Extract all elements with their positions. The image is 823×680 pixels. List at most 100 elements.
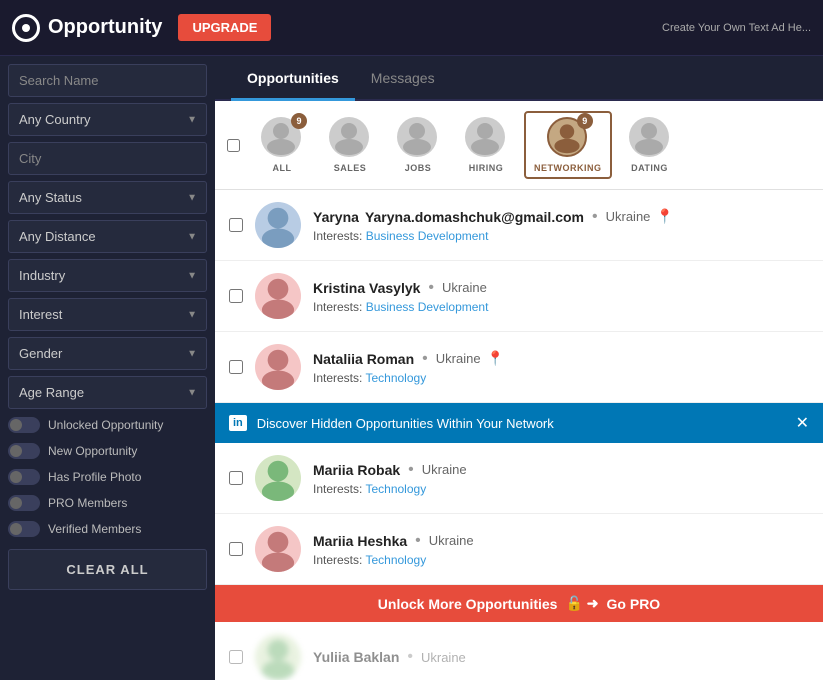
toggle-new-opp-switch[interactable] — [8, 443, 40, 459]
person-location: Ukraine — [429, 533, 474, 548]
industry-filter[interactable]: Industry — [8, 259, 207, 292]
cat-hiring-icon-wrap — [465, 117, 507, 159]
person-avatar[interactable] — [255, 202, 301, 248]
content-area: Opportunities Messages 9 ALL — [215, 56, 823, 680]
toggle-verified-label: Verified Members — [48, 522, 141, 536]
person-name-line: Yuliia Baklan • Ukraine — [313, 648, 809, 666]
country-filter[interactable]: Any Country — [8, 103, 207, 136]
person-checkbox[interactable] — [229, 542, 243, 556]
toggle-pro-switch[interactable] — [8, 495, 40, 511]
industry-filter-wrapper: Industry — [8, 259, 207, 292]
status-filter[interactable]: Any Status — [8, 181, 207, 214]
select-all-checkbox[interactable] — [227, 139, 240, 152]
unlock-banner[interactable]: Unlock More Opportunities 🔓 ➜ Go PRO — [215, 585, 823, 622]
header: Opportunity UPGRADE Create Your Own Text… — [0, 0, 823, 56]
person-name: Yaryna — [313, 209, 359, 225]
category-all[interactable]: 9 ALL — [252, 113, 312, 177]
person-checkbox[interactable] — [229, 650, 243, 664]
interests-value: Business Development — [366, 300, 489, 314]
location-icon: 📍 — [487, 350, 504, 367]
tab-messages[interactable]: Messages — [355, 56, 451, 101]
person-interests: Interests: Business Development — [313, 229, 809, 243]
category-dating[interactable]: DATING — [620, 113, 680, 177]
linkedin-banner-close[interactable]: ✕ — [796, 413, 809, 433]
person-avatar[interactable] — [255, 455, 301, 501]
person-checkbox[interactable] — [229, 360, 243, 374]
person-name: Mariia Heshka — [313, 533, 407, 549]
person-row: Mariia Heshka • Ukraine Interests: Techn… — [215, 514, 823, 585]
person-checkbox[interactable] — [229, 289, 243, 303]
toggle-profile-photo: Has Profile Photo — [8, 467, 207, 487]
toggle-profile-photo-switch[interactable] — [8, 469, 40, 485]
separator: • — [428, 279, 434, 297]
toggle-pro: PRO Members — [8, 493, 207, 513]
person-avatar[interactable] — [255, 344, 301, 390]
person-avatar[interactable] — [255, 526, 301, 572]
interests-value: Business Development — [366, 229, 489, 243]
person-checkbox[interactable] — [229, 471, 243, 485]
person-info: Yuliia Baklan • Ukraine — [313, 648, 809, 666]
person-interests: Interests: Technology — [313, 371, 809, 385]
person-row: Yuliia Baklan • Ukraine — [215, 622, 823, 680]
cat-networking-icon-wrap: 9 — [547, 117, 589, 159]
person-location: Ukraine — [606, 209, 651, 224]
cat-sales-icon — [329, 117, 369, 157]
interests-value: Technology — [365, 371, 426, 385]
person-name-line: Mariia Heshka • Ukraine — [313, 532, 809, 550]
person-interests: Interests: Business Development — [313, 300, 809, 314]
person-name: Mariia Robak — [313, 462, 400, 478]
search-input[interactable] — [8, 64, 207, 97]
toggle-profile-photo-label: Has Profile Photo — [48, 470, 141, 484]
toggle-verified-switch[interactable] — [8, 521, 40, 537]
person-info: Mariia Heshka • Ukraine Interests: Techn… — [313, 532, 809, 567]
person-checkbox[interactable] — [229, 218, 243, 232]
status-filter-wrapper: Any Status — [8, 181, 207, 214]
person-name-line: Kristina Vasylyk • Ukraine — [313, 279, 809, 297]
toggle-new-opp: New Opportunity — [8, 441, 207, 461]
person-avatar[interactable] — [255, 273, 301, 319]
location-icon: 📍 — [656, 208, 673, 225]
category-hiring[interactable]: HIRING — [456, 113, 516, 177]
person-avatar[interactable] — [255, 634, 301, 680]
city-input[interactable] — [8, 142, 207, 175]
age-filter[interactable]: Age Range — [8, 376, 207, 409]
gender-filter[interactable]: Gender — [8, 337, 207, 370]
unlock-text: Unlock More Opportunities — [378, 596, 558, 612]
person-info: Kristina Vasylyk • Ukraine Interests: Bu… — [313, 279, 809, 314]
category-sales[interactable]: SALES — [320, 113, 380, 177]
toggle-verified: Verified Members — [8, 519, 207, 539]
cat-jobs-label: JOBS — [405, 163, 432, 173]
toggle-unlocked-switch[interactable] — [8, 417, 40, 433]
person-info: Yaryna Yaryna.domashchuk@gmail.com • Ukr… — [313, 208, 809, 243]
distance-filter[interactable]: Any Distance — [8, 220, 207, 253]
person-interests: Interests: Technology — [313, 482, 809, 496]
toggle-pro-label: PRO Members — [48, 496, 127, 510]
separator: • — [592, 208, 598, 226]
avatar-silhouette-svg — [255, 202, 301, 248]
sidebar: Any Country Any Status Any Distance Indu… — [0, 56, 215, 680]
separator: • — [408, 461, 414, 479]
cat-hiring-svg — [465, 117, 505, 157]
clear-all-button[interactable]: CLEAR ALL — [8, 549, 207, 590]
tab-opportunities[interactable]: Opportunities — [231, 56, 355, 101]
category-networking[interactable]: 9 NETWORKING — [524, 111, 612, 179]
category-jobs[interactable]: JOBS — [388, 113, 448, 177]
toggle-unlocked: Unlocked Opportunity — [8, 415, 207, 435]
interest-filter[interactable]: Interest — [8, 298, 207, 331]
cat-dating-icon-wrap — [629, 117, 671, 159]
person-name: Yuliia Baklan — [313, 649, 399, 665]
upgrade-button[interactable]: UPGRADE — [178, 14, 271, 41]
cat-networking-badge: 9 — [577, 113, 593, 129]
person-name-line: Yaryna Yaryna.domashchuk@gmail.com • Ukr… — [313, 208, 809, 226]
person-row: Mariia Robak • Ukraine Interests: Techno… — [215, 443, 823, 514]
categories-bar: 9 ALL SALES — [215, 101, 823, 190]
interest-filter-wrapper: Interest — [8, 298, 207, 331]
person-name: Kristina Vasylyk — [313, 280, 420, 296]
interests-value: Technology — [365, 482, 426, 496]
people-list: Yaryna Yaryna.domashchuk@gmail.com • Ukr… — [215, 190, 823, 680]
logo-dot — [22, 24, 30, 32]
avatar-silhouette-svg — [255, 634, 301, 680]
cat-all-label: ALL — [273, 163, 292, 173]
cat-sales-icon-wrap — [329, 117, 371, 159]
separator: • — [407, 648, 413, 666]
